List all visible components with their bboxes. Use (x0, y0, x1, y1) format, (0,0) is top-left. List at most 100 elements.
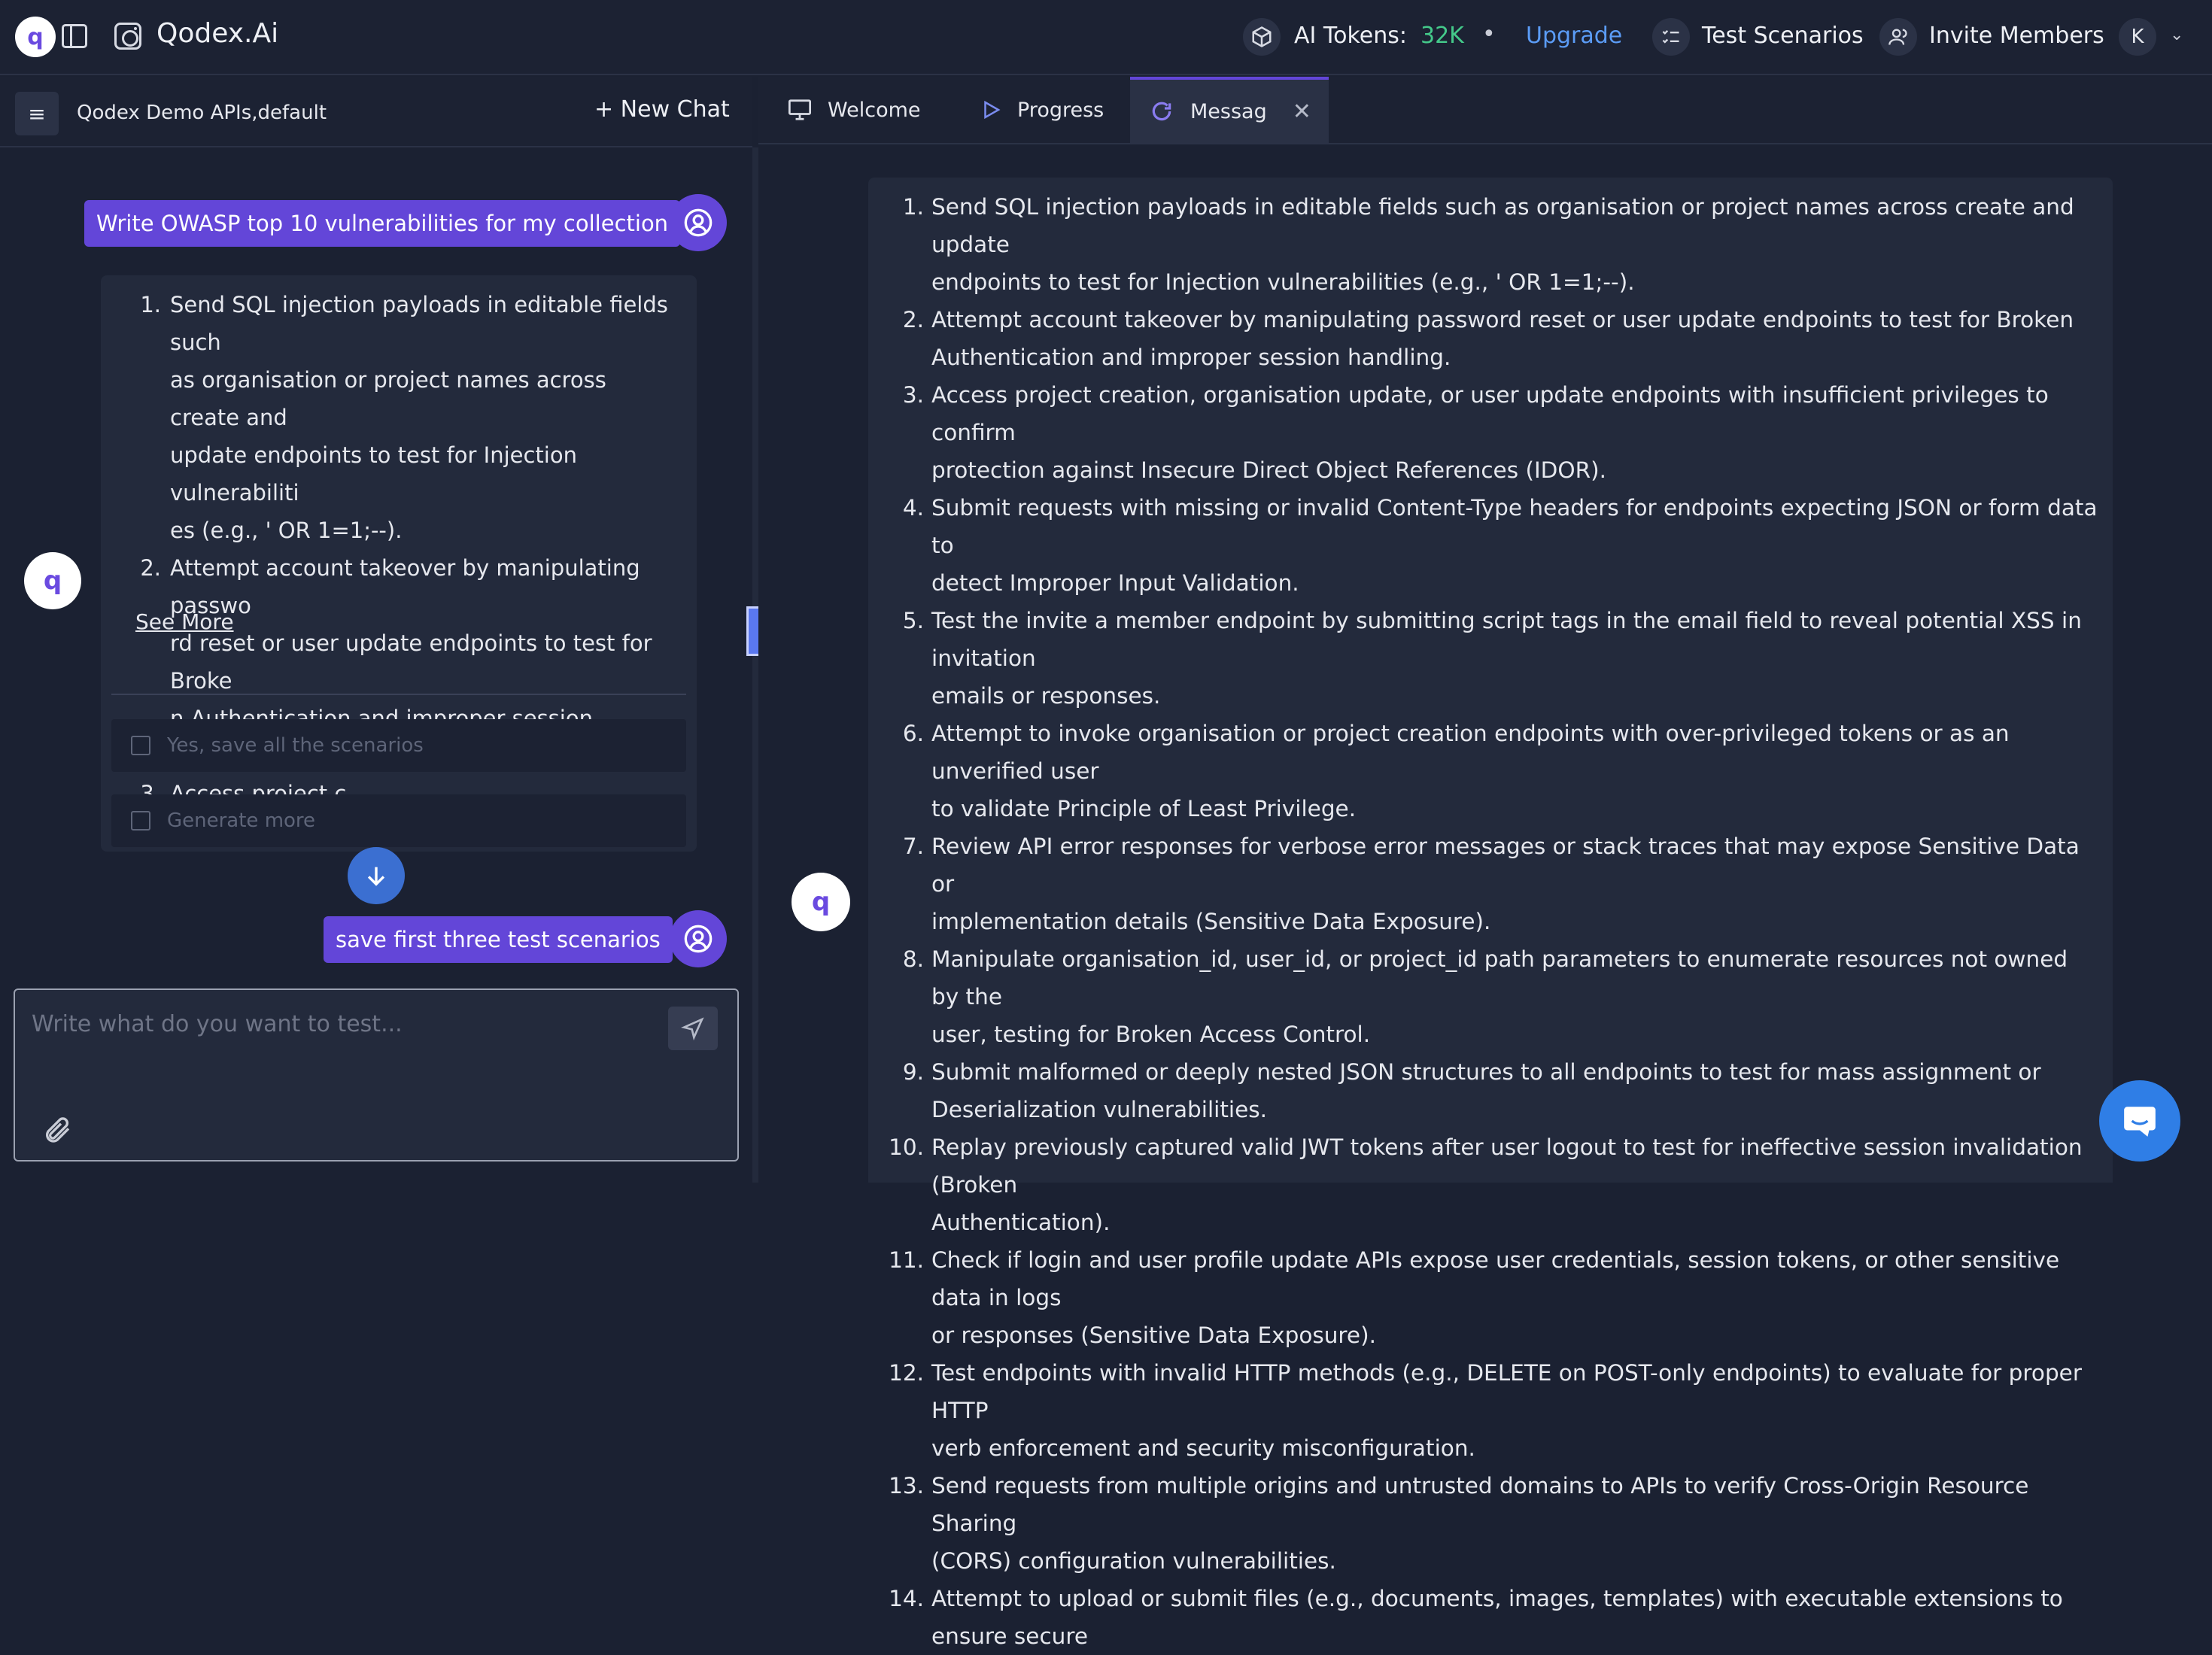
send-icon (681, 1017, 704, 1040)
separator-dot: • (1482, 21, 1496, 47)
list-number: 14. (889, 1586, 924, 1611)
tab-welcome[interactable]: Welcome (787, 77, 968, 143)
list-number: 5. (902, 608, 924, 633)
list-text: Access project creation, organisation up… (931, 376, 2098, 489)
list-text: Attempt to upload or submit files (e.g.,… (931, 1580, 2098, 1655)
user-avatar-icon (670, 910, 727, 967)
ai-tokens-label: AI Tokens: (1294, 23, 1407, 49)
list-line: Test the invite a member endpoint by sub… (931, 608, 2082, 671)
list-text: Check if login and user profile update A… (931, 1241, 2098, 1354)
cursor-click-icon (131, 736, 150, 755)
list-line: Submit requests with missing or invalid … (931, 495, 2098, 558)
list-text: Send SQL injection payloads in editable … (931, 188, 2098, 301)
paperclip-icon[interactable] (42, 1115, 72, 1145)
list-line: Send SQL injection payloads in editable … (170, 292, 668, 355)
chevron-down-icon[interactable]: ⌄ (2170, 26, 2183, 44)
list-line: endpoints to test for Injection vulnerab… (931, 269, 1635, 295)
account-avatar[interactable]: K (2119, 18, 2156, 56)
list-line: Attempt account takeover by manipulating… (170, 555, 640, 618)
suggestion-save-all[interactable]: Yes, save all the scenarios (111, 719, 686, 772)
scroll-down-button[interactable] (348, 847, 405, 904)
scenario-item: 8. Manipulate organisation_id, user_id, o… (886, 940, 2098, 1053)
list-number: 1. (902, 194, 924, 220)
list-number: 11. (889, 1247, 924, 1273)
list-number: 4. (902, 495, 924, 521)
collection-name[interactable]: Qodex Demo APIs,default (77, 102, 327, 124)
scenario-item: 9. Submit malformed or deeply nested JSON… (886, 1053, 2098, 1128)
new-chat-button[interactable]: + New Chat (594, 96, 730, 123)
list-number: 2. (902, 307, 924, 333)
scenario-item: 3. Access project creation, organisation … (886, 376, 2098, 489)
arrow-down-icon (367, 867, 385, 886)
list-line: emails or responses. (931, 683, 1161, 709)
chat-bubble-icon (2124, 1107, 2156, 1137)
close-icon[interactable]: ✕ (1293, 99, 1311, 125)
list-line: Review API error responses for verbose e… (931, 834, 2080, 897)
list-text: Attempt account takeover by manipulating… (931, 301, 2074, 376)
scenario-item: 14. Attempt to upload or submit files (e.… (886, 1580, 2098, 1655)
scenario-item: 2. Attempt account takeover by manipulati… (886, 301, 2098, 376)
brand-name: Qodex.Ai (156, 18, 279, 49)
send-button[interactable] (668, 1007, 718, 1050)
list-line: Send SQL injection payloads in editable … (931, 194, 2074, 257)
tab-progress[interactable]: Progress (980, 77, 1130, 143)
see-more-link[interactable]: See More (135, 609, 234, 634)
list-number: 3. (902, 382, 924, 408)
user-message: save first three test scenarios (324, 916, 673, 963)
list-number: 10. (889, 1134, 924, 1160)
tab-messages[interactable]: Messag ✕ (1130, 77, 1329, 143)
scenario-item: 13. Send requests from multiple origins a… (886, 1467, 2098, 1580)
list-line: update endpoints to test for Injection v… (170, 442, 577, 506)
checklist-icon[interactable] (1652, 18, 1690, 56)
list-line: (CORS) configuration vulnerabilities. (931, 1548, 1336, 1574)
scenario-item: 12. Test endpoints with invalid HTTP meth… (886, 1354, 2098, 1467)
list-line: Attempt to invoke organisation or projec… (931, 721, 2010, 784)
sidebar-toggle-icon[interactable] (62, 24, 87, 48)
list-line: Authentication and improper session hand… (931, 345, 1451, 370)
list-number: 9. (902, 1059, 924, 1085)
cube-icon (1243, 18, 1281, 56)
user-avatar-icon (670, 194, 727, 251)
tabs-bar: Welcome Progress Messag ✕ (758, 77, 2212, 144)
bot-avatar: q (24, 552, 81, 609)
cursor-click-icon (131, 811, 150, 831)
scenario-item: 5. Test the invite a member endpoint by s… (886, 602, 2098, 715)
play-icon (984, 100, 1001, 120)
list-line: Deserialization vulnerabilities. (931, 1097, 1268, 1122)
list-number: 7. (902, 834, 924, 859)
list-line: verb enforcement and security misconfigu… (931, 1435, 1475, 1461)
qodex-logo[interactable]: q (15, 17, 56, 57)
list-line: rd reset or user update endpoints to tes… (170, 630, 652, 694)
bot-avatar: q (792, 873, 850, 931)
list-line: Access project creation, organisation up… (931, 382, 2049, 445)
list-text: Submit malformed or deeply nested JSON s… (931, 1053, 2041, 1128)
list-text: Attempt to invoke organisation or projec… (931, 715, 2098, 828)
list-number: 1. (140, 292, 161, 317)
support-chat-button[interactable] (2099, 1080, 2180, 1162)
upgrade-link[interactable]: Upgrade (1526, 23, 1622, 49)
list-number: 8. (902, 946, 924, 972)
list-text: Test endpoints with invalid HTTP methods… (931, 1354, 2098, 1467)
list-text: Manipulate organisation_id, user_id, or … (931, 940, 2098, 1053)
list-number: 6. (902, 721, 924, 746)
list-line: Manipulate organisation_id, user_id, or … (931, 946, 2068, 1010)
test-scenarios-button[interactable]: Test Scenarios (1702, 23, 1864, 49)
suggestion-generate-more[interactable]: Generate more (111, 794, 686, 847)
scenario-item: 1. Send SQL injection payloads in editabl… (886, 188, 2098, 301)
scenario-answer: 1. Send SQL injection payloads in editabl… (868, 178, 2113, 1649)
list-text: Send requests from multiple origins and … (931, 1467, 2098, 1580)
list-line: user, testing for Broken Access Control. (931, 1022, 1371, 1047)
invite-members-button[interactable]: Invite Members (1929, 23, 2104, 49)
list-line: protection against Insecure Direct Objec… (931, 457, 1606, 483)
list-line: to validate Principle of Least Privilege… (931, 796, 1357, 821)
top-bar: q Qodex.Ai AI Tokens: 32K • Upgrade Test… (0, 0, 2212, 75)
ai-tokens-value: 32K (1420, 23, 1464, 49)
users-icon[interactable] (1879, 18, 1917, 56)
scenario-item: 6. Attempt to invoke organisation or proj… (886, 715, 2098, 828)
scenario-list: 1. Send SQL injection payloads in editabl… (886, 188, 2098, 1655)
pane-splitter[interactable] (752, 147, 758, 1183)
list-text: Review API error responses for verbose e… (931, 828, 2098, 940)
menu-icon[interactable]: ≡ (15, 92, 59, 135)
user-message: Write OWASP top 10 vulnerabilities for m… (84, 200, 681, 247)
prompt-input[interactable] (32, 1011, 634, 1037)
